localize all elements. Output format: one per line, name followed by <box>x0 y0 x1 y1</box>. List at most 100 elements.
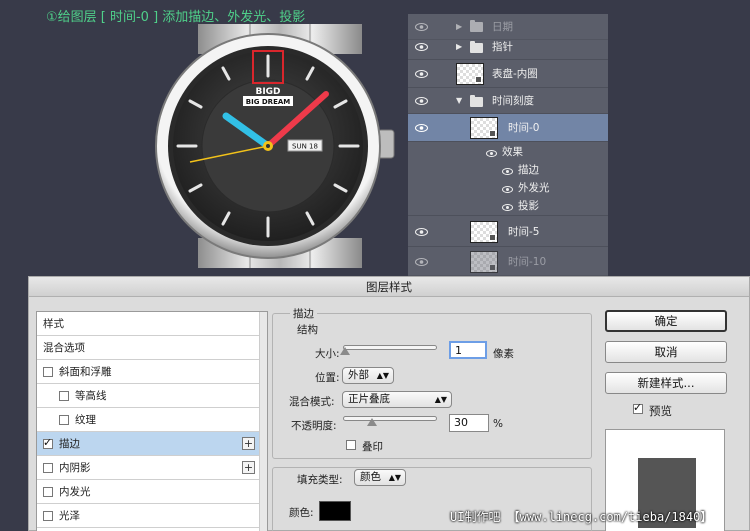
opacity-unit: % <box>493 418 503 430</box>
style-item-satin[interactable]: 光泽 <box>37 504 267 528</box>
layer-row-time-0[interactable]: 时间-0 <box>408 114 608 142</box>
layer-name: 投影 <box>518 200 539 212</box>
checkbox[interactable] <box>59 391 69 401</box>
cancel-button[interactable]: 取消 <box>605 341 727 363</box>
opacity-slider-knob[interactable] <box>367 418 377 426</box>
overprint-checkbox[interactable] <box>346 440 356 450</box>
new-style-button[interactable]: 新建样式... <box>605 372 727 394</box>
add-style-icon[interactable]: + <box>242 437 255 450</box>
layer-thumbnail <box>456 63 484 85</box>
layer-name: 日期 <box>492 21 513 33</box>
layer-row-time-10[interactable]: 时间-10 <box>408 248 608 276</box>
expand-arrow-icon[interactable]: ▶ <box>456 22 462 31</box>
date-text: SUN 18 <box>292 143 318 151</box>
layer-thumbnail <box>470 221 498 243</box>
layer-name: 时间-10 <box>508 256 547 268</box>
layer-name: 时间-5 <box>508 226 540 238</box>
watermark: UI制作吧 【www.linecg.com/tieba/1840】 <box>450 510 713 524</box>
preview-label: 预览 <box>649 404 672 418</box>
layer-name: 时间刻度 <box>492 95 534 107</box>
ok-button[interactable]: 确定 <box>605 310 727 332</box>
checkbox[interactable] <box>43 436 53 449</box>
overprint-label: 叠印 <box>362 441 383 453</box>
checkbox[interactable] <box>43 463 53 473</box>
watch-brand: BIGD <box>255 87 280 97</box>
layer-name: 表盘-内圈 <box>492 68 538 80</box>
style-item-stroke[interactable]: 描边 + <box>37 432 267 456</box>
eye-icon[interactable] <box>415 42 428 51</box>
add-style-icon[interactable]: + <box>242 461 255 474</box>
layer-name: 指针 <box>492 41 513 53</box>
layer-thumbnail <box>470 117 498 139</box>
blend-mode-select[interactable]: 正片叠底 ▲▼ <box>342 391 452 408</box>
checkbox[interactable] <box>43 367 53 377</box>
eye-icon[interactable] <box>415 96 428 105</box>
blend-options-item[interactable]: 混合选项 <box>37 336 267 360</box>
layer-row-effect-drop-shadow[interactable]: 投影 <box>408 196 608 216</box>
layer-style-dialog: 图层样式 样式 混合选项 斜面和浮雕 等高线 纹理 描边 + 内阴影 + <box>28 276 750 531</box>
style-item-bevel[interactable]: 斜面和浮雕 <box>37 360 267 384</box>
dialog-title: 图层样式 <box>29 277 749 297</box>
opacity-input[interactable]: 30 <box>449 414 489 432</box>
style-item-contour[interactable]: 等高线 <box>37 384 267 408</box>
style-item-inner-shadow[interactable]: 内阴影 + <box>37 456 267 480</box>
eye-icon[interactable] <box>502 166 513 175</box>
eye-icon[interactable] <box>502 202 513 211</box>
size-input[interactable]: 1 <box>449 341 487 359</box>
color-swatch[interactable] <box>319 501 351 521</box>
layer-row-time-scale[interactable]: ▼ 时间刻度 <box>408 88 608 114</box>
layer-row-effect-stroke[interactable]: 描边 <box>408 160 608 178</box>
layer-name: 效果 <box>502 145 523 158</box>
layer-name: 外发光 <box>518 181 550 194</box>
layer-row-hands[interactable]: ▶ 指针 <box>408 34 608 60</box>
layer-thumbnail <box>470 251 498 273</box>
stroke-section-title: 描边 <box>290 306 317 321</box>
size-unit: 像素 <box>493 348 514 360</box>
folder-icon <box>470 41 483 53</box>
style-item-texture[interactable]: 纹理 <box>37 408 267 432</box>
eye-icon[interactable] <box>415 123 428 132</box>
layers-panel: ▶ 日期 ▶ 指针 表盘-内圈 ▼ 时间刻度 时间-0 效果 描边 外发光 投影… <box>408 14 608 276</box>
eye-icon[interactable] <box>415 227 428 236</box>
eye-icon[interactable] <box>502 184 513 193</box>
structure-label: 结构 <box>297 324 318 336</box>
opacity-label: 不透明度: <box>291 420 337 432</box>
size-slider[interactable] <box>343 345 437 350</box>
watch-brand-sub: BIG DREAM <box>246 98 291 106</box>
fill-type-label: 填充类型: <box>297 474 343 486</box>
eye-icon[interactable] <box>415 69 428 78</box>
eye-icon[interactable] <box>415 257 428 266</box>
color-label: 颜色: <box>289 507 314 519</box>
style-item-inner-glow[interactable]: 内发光 <box>37 480 267 504</box>
styles-header[interactable]: 样式 <box>37 312 267 336</box>
collapse-arrow-icon[interactable]: ▼ <box>456 96 462 105</box>
tutorial-caption: ①给图层 [ 时间-0 ] 添加描边、外发光、投影 <box>46 10 306 25</box>
folder-icon <box>470 20 483 32</box>
folder-open-icon <box>470 95 483 107</box>
eye-icon[interactable] <box>486 148 497 157</box>
checkbox[interactable] <box>43 511 53 521</box>
expand-arrow-icon[interactable]: ▶ <box>456 42 462 51</box>
checkbox[interactable] <box>59 415 69 425</box>
size-slider-knob[interactable] <box>340 347 350 355</box>
watch-svg: BIGD BIG DREAM SUN 18 <box>155 24 395 268</box>
layer-row-time-5[interactable]: 时间-5 <box>408 217 608 247</box>
watch-illustration: BIGD BIG DREAM SUN 18 <box>150 24 410 268</box>
preview-checkbox[interactable] <box>633 401 643 414</box>
stroke-group <box>272 313 592 459</box>
layer-name: 描边 <box>518 163 539 176</box>
blend-mode-label: 混合模式: <box>289 396 335 408</box>
eye-icon[interactable] <box>415 22 428 31</box>
layer-row-effect-outer-glow[interactable]: 外发光 <box>408 178 608 196</box>
opacity-slider[interactable] <box>343 416 437 421</box>
fill-type-select[interactable]: 颜色 ▲▼ <box>354 469 406 486</box>
styles-scrollbar[interactable] <box>259 312 267 531</box>
layer-row-inner-dial[interactable]: 表盘-内圈 <box>408 60 608 88</box>
position-label: 位置: <box>315 372 340 384</box>
checkbox[interactable] <box>43 487 53 497</box>
position-select[interactable]: 外部 ▲▼ <box>342 367 394 384</box>
layer-name: 时间-0 <box>508 122 540 134</box>
layer-row-effects[interactable]: 效果 <box>408 142 608 160</box>
size-label: 大小: <box>315 348 340 360</box>
styles-list: 样式 混合选项 斜面和浮雕 等高线 纹理 描边 + 内阴影 + 内发 <box>36 311 268 531</box>
